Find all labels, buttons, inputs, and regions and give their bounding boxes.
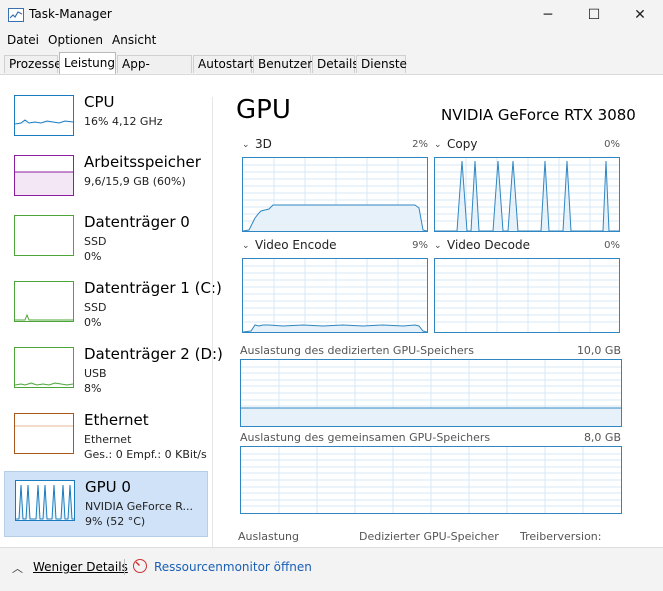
title-bar: Task-Manager ─ ☐ ✕ — [0, 0, 663, 30]
minimize-button[interactable]: ─ — [525, 0, 571, 30]
chevron-down-icon[interactable]: ⌄ — [242, 140, 250, 150]
menu-bar: Datei Optionen Ansicht — [0, 30, 663, 50]
shared-memory-graph — [240, 446, 622, 514]
window-title: Task-Manager — [29, 7, 112, 21]
tab-processes[interactable]: Prozesse — [4, 55, 62, 73]
chevron-down-icon[interactable]: ⌄ — [242, 241, 250, 251]
dedicated-memory-max: 10,0 GB — [576, 344, 621, 357]
sidebar-detail: 0% — [84, 250, 102, 263]
sidebar-detail: SSD — [84, 301, 107, 314]
gpu-model-name: NVIDIA GeForce RTX 3080 — [441, 106, 636, 124]
footer-separator — [124, 559, 125, 575]
tab-users[interactable]: Benutzer — [253, 55, 312, 73]
graph-video-decode — [434, 258, 620, 333]
shared-memory-max: 8,0 GB — [583, 431, 621, 444]
sidebar-item-memory[interactable]: Arbeitsspeicher 9,6/15,9 GB (60%) — [4, 147, 208, 211]
sidebar-item-disk-0[interactable]: Datenträger 0 SSD 0% — [4, 207, 208, 271]
sidebar-detail: USB — [84, 367, 107, 380]
engine-label-3d[interactable]: 3D — [255, 137, 272, 151]
disk-0-thumbnail-graph — [14, 215, 74, 256]
resource-sidebar: CPU 16% 4,12 GHz Arbeitsspeicher 9,6/15,… — [4, 87, 223, 547]
tab-details[interactable]: Details — [312, 55, 359, 73]
sidebar-item-gpu-0[interactable]: GPU 0 NVIDIA GeForce R... 9% (52 °C) — [4, 471, 208, 537]
engine-pct-3d: 2% — [412, 139, 428, 150]
sidebar-item-ethernet[interactable]: Ethernet Ethernet Ges.: 0 Empf.: 0 KBit/… — [4, 405, 208, 469]
performance-panel: CPU 16% 4,12 GHz Arbeitsspeicher 9,6/15,… — [0, 75, 663, 547]
chevron-down-icon[interactable]: ⌄ — [434, 140, 442, 150]
sidebar-detail: 9% (52 °C) — [85, 515, 146, 528]
page-title: GPU — [236, 95, 291, 125]
driver-version-label: Treiberversion: — [520, 530, 602, 543]
engine-pct-copy: 0% — [604, 139, 620, 150]
sidebar-detail: 8% — [84, 382, 102, 395]
graph-video-encode — [242, 258, 428, 333]
cpu-thumbnail-graph — [14, 95, 74, 136]
dedicated-memory-label: Auslastung des dedizierten GPU-Speichers — [240, 344, 474, 357]
open-resource-monitor-link[interactable]: Ressourcenmonitor öffnen — [154, 560, 312, 574]
footer-bar: ︿ Weniger Details Ressourcenmonitor öffn… — [0, 547, 663, 591]
tab-bar: Prozesse Leistung App-Verlauf Autostart … — [0, 50, 663, 88]
sidebar-label: GPU 0 — [85, 478, 131, 496]
tab-performance[interactable]: Leistung — [59, 52, 116, 74]
sidebar-detail: Ges.: 0 Empf.: 0 KBit/s — [84, 448, 207, 461]
menu-view[interactable]: Ansicht — [112, 33, 156, 47]
sidebar-item-cpu[interactable]: CPU 16% 4,12 GHz — [4, 87, 208, 151]
disk-1-thumbnail-graph — [14, 281, 74, 322]
ethernet-thumbnail-graph — [14, 413, 74, 454]
engine-label-video-decode[interactable]: Video Decode — [447, 238, 530, 252]
panel-divider — [212, 97, 213, 547]
resource-monitor-icon[interactable] — [133, 559, 147, 573]
engine-pct-video-encode: 9% — [412, 240, 428, 251]
sidebar-label: Datenträger 2 (D:) — [84, 345, 223, 363]
fewer-details-button[interactable]: Weniger Details — [33, 560, 128, 574]
menu-file[interactable]: Datei — [7, 33, 39, 47]
graph-3d — [242, 157, 428, 232]
dedicated-gpu-memory-label: Dedizierter GPU-Speicher — [359, 530, 499, 543]
sidebar-detail: SSD — [84, 235, 107, 248]
sidebar-label: Ethernet — [84, 411, 149, 429]
sidebar-item-disk-1[interactable]: Datenträger 1 (C:) SSD 0% — [4, 273, 222, 337]
sidebar-detail: Ethernet — [84, 433, 132, 446]
sidebar-detail: 0% — [84, 316, 102, 329]
chevron-down-icon[interactable]: ⌄ — [434, 241, 442, 251]
chevron-up-icon[interactable]: ︿ — [12, 560, 23, 576]
menu-options[interactable]: Optionen — [48, 33, 103, 47]
memory-thumbnail-graph — [14, 155, 74, 196]
task-manager-icon — [8, 8, 24, 22]
gpu-0-thumbnail-graph — [15, 480, 75, 521]
disk-2-thumbnail-graph — [14, 347, 74, 388]
sidebar-detail: 9,6/15,9 GB (60%) — [84, 175, 186, 188]
graph-copy — [434, 157, 620, 232]
sidebar-label: Datenträger 1 (C:) — [84, 279, 222, 297]
tab-app-history[interactable]: App-Verlauf — [117, 55, 192, 88]
engine-pct-video-decode: 0% — [604, 240, 620, 251]
sidebar-label: Datenträger 0 — [84, 213, 190, 231]
engine-label-copy[interactable]: Copy — [447, 137, 477, 151]
maximize-button[interactable]: ☐ — [571, 0, 617, 30]
sidebar-detail: 16% 4,12 GHz — [84, 115, 163, 128]
tab-startup[interactable]: Autostart — [193, 55, 254, 73]
engine-label-video-encode[interactable]: Video Encode — [255, 238, 337, 252]
sidebar-label: CPU — [84, 93, 115, 111]
close-button[interactable]: ✕ — [617, 0, 663, 30]
shared-memory-label: Auslastung des gemeinsamen GPU-Speichers — [240, 431, 491, 444]
sidebar-detail: NVIDIA GeForce R... — [85, 500, 194, 513]
tab-services[interactable]: Dienste — [356, 55, 407, 73]
dedicated-memory-graph — [240, 359, 622, 427]
utilization-label: Auslastung — [238, 530, 299, 543]
sidebar-label: Arbeitsspeicher — [84, 153, 201, 171]
sidebar-item-disk-2[interactable]: Datenträger 2 (D:) USB 8% — [4, 339, 223, 403]
